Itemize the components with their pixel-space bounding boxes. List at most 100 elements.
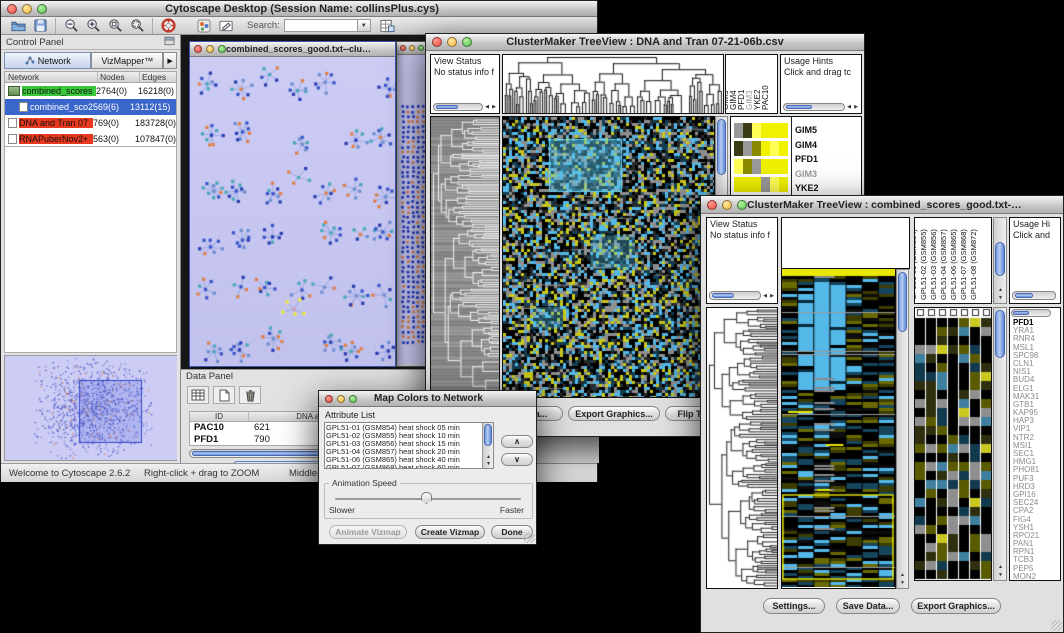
tv1-gene-tree-canvas[interactable] [431, 117, 499, 397]
tv1-hints-hscroll[interactable] [783, 103, 845, 111]
tv1-matrix-cell[interactable] [770, 141, 779, 156]
create-vizmap-button[interactable]: Create Vizmap [415, 525, 485, 539]
tv1-matrix-cell[interactable] [761, 141, 770, 156]
help-icon[interactable] [157, 17, 179, 35]
tv1-matrix-cell[interactable] [779, 141, 788, 156]
zoom-selected-icon[interactable] [104, 17, 126, 35]
delete-attribute-icon[interactable] [239, 386, 261, 404]
zoom-window-icon[interactable] [218, 45, 226, 53]
attribute-list-vscroll[interactable]: ▲ ▼ [482, 423, 493, 468]
tv1-matrix-cell[interactable] [752, 123, 761, 138]
tv2-titlebar[interactable]: ClusterMaker TreeView : combined_scores_… [701, 196, 1063, 214]
network-list-row[interactable]: combined_sco2569(6)13112(15) [5, 99, 176, 115]
tv2-zoom-view-panel[interactable] [914, 307, 992, 581]
tv1-zoom-row-label[interactable]: GIM4 [795, 138, 855, 153]
tv1-matrix-cell[interactable] [743, 141, 752, 156]
network-view-window[interactable]: combined_scores_good.txt--cluste... [189, 41, 396, 367]
tv2-column-label[interactable]: GPL51-03 (GSM856) [930, 229, 938, 300]
tv2-array-tree-panel[interactable] [781, 217, 910, 269]
tv2-heatmap-canvas[interactable] [782, 269, 895, 587]
dialog-titlebar[interactable]: Map Colors to Network [319, 391, 536, 407]
tv1-matrix-cell[interactable] [734, 123, 743, 138]
tv2-hints-hscroll[interactable] [1012, 291, 1056, 300]
tv1-matrix-cell[interactable] [761, 123, 770, 138]
tab-vizmapper[interactable]: VizMapper™ [91, 52, 163, 69]
tv2-gene-tree-canvas[interactable] [707, 308, 777, 588]
tv1-matrix-cell[interactable] [743, 123, 752, 138]
tv1-gene-tree-panel[interactable] [430, 116, 500, 398]
tv2-status-hscroll[interactable] [709, 291, 761, 300]
tv2-gene-label[interactable]: MON2 [1013, 573, 1060, 581]
network-view-canvas[interactable] [190, 57, 395, 366]
tv1-matrix-cell[interactable] [743, 177, 752, 192]
minimize-icon[interactable] [722, 200, 732, 210]
zoom-window-icon[interactable] [737, 200, 747, 210]
animate-vizmap-button[interactable]: Animate Vizmap [329, 525, 407, 539]
annotation-icon[interactable] [215, 17, 237, 35]
tv2-heatmap-panel[interactable] [781, 269, 896, 589]
close-icon[interactable] [194, 45, 202, 53]
col-header-nodes[interactable]: Nodes [97, 72, 139, 82]
tv2-genelist-hscroll[interactable] [1011, 309, 1051, 317]
data-col-id[interactable]: ID [190, 412, 248, 421]
minimize-icon[interactable] [206, 45, 214, 53]
move-down-button[interactable]: ∨ [501, 453, 533, 466]
tv1-matrix-cell[interactable] [761, 159, 770, 174]
tv1-zoom-row-label[interactable]: GIM5 [795, 123, 855, 138]
resize-grip[interactable] [524, 532, 535, 543]
tv1-heatmap-panel[interactable] [502, 116, 715, 398]
close-icon[interactable] [7, 4, 17, 14]
new-attribute-icon[interactable] [213, 386, 235, 404]
tv1-matrix-cell[interactable] [734, 159, 743, 174]
tv1-array-tree-panel[interactable] [502, 54, 724, 114]
network-list-row[interactable]: DNA and Tran 07769(0)183728(0) [5, 115, 176, 131]
tv2-heatmap-vscroll[interactable]: ▲ ▼ [896, 269, 909, 589]
tv1-matrix-cell[interactable] [752, 177, 761, 192]
main-titlebar[interactable]: Cytoscape Desktop (Session Name: collins… [1, 1, 597, 17]
tv1-matrix-cell[interactable] [743, 159, 752, 174]
minimize-icon[interactable] [337, 395, 345, 403]
tv1-zoom-row-label[interactable]: YKE2 [795, 181, 855, 196]
minimize-icon[interactable] [22, 4, 32, 14]
tab-network[interactable]: Network [4, 52, 91, 69]
tv1-matrix-cell[interactable] [779, 123, 788, 138]
tv1-matrix-cell[interactable] [734, 141, 743, 156]
tv2-column-label[interactable]: GPL51-06 (GSM865) [950, 229, 958, 300]
tv1-column-label[interactable]: PAC10 [762, 85, 770, 110]
search-input[interactable] [284, 19, 358, 32]
col-header-network[interactable]: Network [5, 72, 97, 82]
resize-grip[interactable] [1051, 620, 1062, 631]
close-icon[interactable] [400, 45, 406, 51]
tv2-gene-tree-panel[interactable] [706, 307, 778, 589]
tv1-titlebar[interactable]: ClusterMaker TreeView : DNA and Tran 07-… [426, 34, 864, 51]
col-header-edges[interactable]: Edges [139, 72, 176, 82]
close-icon[interactable] [707, 200, 717, 210]
tv2-column-label[interactable]: GPL51-07 (GSM868) [960, 229, 968, 300]
zoom-window-icon[interactable] [37, 4, 47, 14]
tv1-matrix-cell[interactable] [770, 123, 779, 138]
minimize-icon[interactable] [447, 37, 457, 47]
zoom-in-icon[interactable] [82, 17, 104, 35]
network-list-row[interactable]: RNAPuberNov2+563(0)107847(0) [5, 131, 176, 147]
tv1-matrix-cell[interactable] [752, 159, 761, 174]
network-overview-panel[interactable] [4, 355, 177, 461]
tv2-export-graphics-button[interactable]: Export Graphics... [911, 598, 1001, 614]
tv2-gene-list[interactable]: PFD1YRA1RNR4MSL1SPC98CLN1NIS1BUD4ELG1MAK… [1013, 319, 1060, 580]
search-dropdown-icon[interactable]: ▼ [358, 19, 371, 32]
tv2-column-label[interactable]: GPL51-01 (GSM854) [914, 229, 918, 300]
open-session-icon[interactable] [7, 17, 29, 35]
tab-overflow-arrow[interactable]: ▶ [163, 52, 177, 69]
close-icon[interactable] [325, 395, 333, 403]
minimize-icon[interactable] [409, 45, 415, 51]
tv1-zoom-row-label[interactable]: GIM3 [795, 167, 855, 182]
tv1-matrix-cell[interactable] [761, 177, 770, 192]
float-panel-icon[interactable] [164, 33, 175, 51]
tv1-matrix-cell[interactable] [770, 159, 779, 174]
tv1-status-hscroll[interactable] [433, 103, 483, 111]
tv2-save-data-button[interactable]: Save Data... [836, 598, 900, 614]
window-controls[interactable] [1, 4, 47, 14]
tv1-heatmap-canvas[interactable] [503, 117, 714, 397]
network-list-row[interactable]: combined_scores2764(0)16218(0) [5, 83, 176, 99]
tv2-labels-vscroll[interactable]: ▲ ▼ [993, 217, 1007, 304]
plugins-icon[interactable] [193, 17, 215, 35]
